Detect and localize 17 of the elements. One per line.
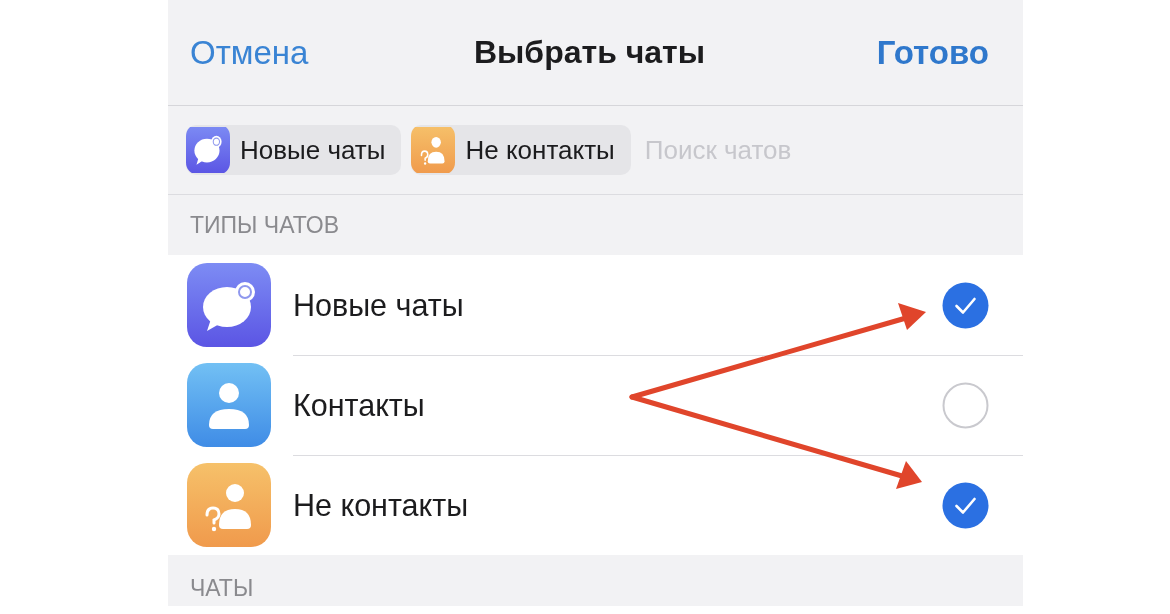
speech-bubble-icon	[187, 263, 271, 347]
section-header: ЧАТЫ	[190, 575, 254, 602]
checkbox[interactable]	[942, 482, 989, 529]
filter-chip[interactable]: Новые чаты	[186, 125, 402, 175]
section-header: ТИПЫ ЧАТОВ	[190, 211, 339, 239]
checkbox[interactable]	[942, 382, 989, 429]
done-button[interactable]: Готово	[876, 33, 989, 72]
chat-type-label[interactable]: Контакты	[293, 388, 942, 423]
person-question-icon	[411, 127, 456, 173]
person-question-icon	[187, 463, 271, 547]
chat-type-label[interactable]: Новые чаты	[293, 287, 942, 323]
screen-title: Выбрать чаты	[473, 34, 706, 71]
checkbox[interactable]	[942, 281, 989, 329]
person-icon	[187, 363, 271, 447]
speech-bubble-icon	[186, 127, 230, 173]
chat-type-label[interactable]: Не контакты	[293, 488, 942, 523]
filter-chip[interactable]: Не контакты	[411, 125, 631, 175]
